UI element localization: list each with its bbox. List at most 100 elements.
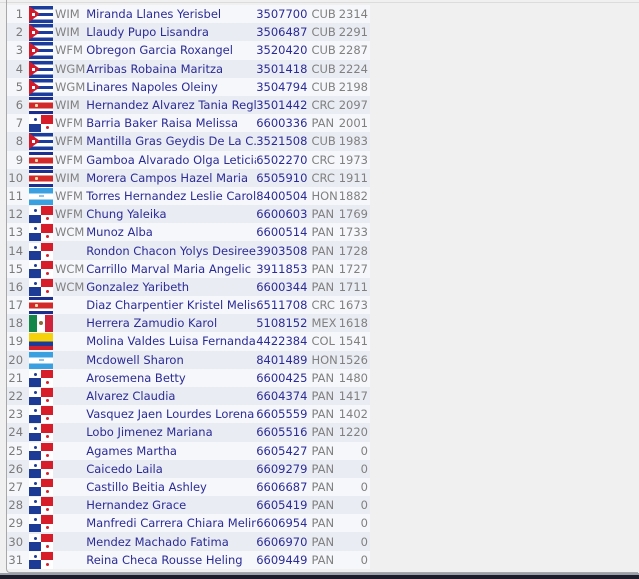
table-row[interactable]: 28 Hernandez Grace 6605419 PAN 0 (7, 496, 370, 515)
table-row[interactable]: 6 WIM Hernandez Alvarez Tania Regla 3501442… (7, 95, 370, 115)
player-title (54, 551, 86, 569)
player-name-link[interactable]: Rondon Chacon Yolys Desiree (86, 241, 256, 259)
player-fide-id-link[interactable]: 6502270 (256, 151, 311, 169)
player-fide-id-link[interactable]: 6609449 (256, 551, 311, 569)
player-name-link[interactable]: Gonzalez Yaribeth (86, 278, 256, 296)
table-row[interactable]: 16 WCM Gonzalez Yaribeth 6600344 PAN 1711 (7, 277, 370, 296)
player-name-link[interactable]: Munoz Alba (86, 223, 256, 241)
player-fide-id-link[interactable]: 6600603 (256, 205, 311, 223)
player-name-link[interactable]: Manfredi Carrera Chiara Melina (86, 514, 256, 532)
player-fide-id-link[interactable]: 3521508 (256, 132, 311, 150)
player-name-link[interactable]: Chung Yaleika (86, 205, 256, 223)
table-row[interactable]: 8 WFM Mantilla Gras Geydis De La C. 3521508… (7, 132, 370, 151)
player-fide-id-link[interactable]: 3504794 (256, 78, 311, 96)
player-name-link[interactable]: Miranda Llanes Yerisbel (86, 5, 256, 23)
table-row[interactable]: 1 WIM Miranda Llanes Yerisbel 3507700 CUB 231… (7, 5, 370, 24)
player-fide-id-link[interactable]: 6604374 (256, 387, 311, 405)
table-row[interactable]: 10 WIM Morera Campos Hazel Maria 6505910 CRC… (7, 168, 370, 187)
table-row[interactable]: 27 Castillo Beitia Ashley 6606687 PAN 0 (7, 477, 370, 497)
player-name-link[interactable]: Mantilla Gras Geydis De La C. (86, 132, 256, 150)
player-fide-id-link[interactable]: 3501442 (256, 96, 311, 114)
player-name-link[interactable]: Morera Campos Hazel Maria (86, 169, 256, 187)
player-fide-id-link[interactable]: 6609279 (256, 460, 311, 478)
player-fide-id-link[interactable]: 6600344 (256, 278, 311, 296)
player-name-link[interactable]: Vasquez Jaen Lourdes Lorena (86, 405, 256, 423)
player-fide-id-link[interactable]: 3501418 (256, 60, 311, 78)
table-row[interactable]: 25 Agames Martha 6605427 PAN 0 (7, 441, 370, 460)
table-row[interactable]: 21 Arosemena Betty 6600425 PAN 1480 (7, 368, 370, 387)
player-name-link[interactable]: Herrera Zamudio Karol (86, 314, 256, 332)
player-fide-id-link[interactable]: 6600336 (256, 114, 311, 132)
player-fide-id-link[interactable]: 6505910 (256, 169, 311, 187)
player-name-link[interactable]: Caicedo Laila (86, 460, 256, 478)
player-name-link[interactable]: Castillo Beitia Ashley (86, 478, 256, 496)
table-row[interactable]: 30 Mendez Machado Fatima 6606970 PAN 0 (7, 532, 370, 551)
player-name-link[interactable]: Hernandez Grace (86, 496, 256, 514)
table-row[interactable]: 3 WFM Obregon Garcia Roxangel 3520420 CUB 228… (7, 41, 370, 60)
player-name-link[interactable]: Alvarez Claudia (86, 387, 256, 405)
table-row[interactable]: 14 Rondon Chacon Yolys Desiree 3903508 PAN 1… (7, 241, 370, 260)
table-row[interactable]: 18 Herrera Zamudio Karol 5108152 MEX 1618 (7, 314, 370, 333)
player-name-link[interactable]: Obregon Garcia Roxangel (86, 41, 256, 59)
player-fide-id-link[interactable]: 3507700 (256, 5, 311, 23)
table-row[interactable]: 13 WCM Munoz Alba 6600514 PAN 1733 (7, 223, 370, 242)
player-name-link[interactable]: Linares Napoles Oleiny (86, 78, 256, 96)
player-fide-id-link[interactable]: 6605427 (256, 442, 311, 460)
player-fide-id-link[interactable]: 8401489 (256, 351, 311, 369)
player-fide-id-link[interactable]: 6606954 (256, 514, 311, 532)
table-row[interactable]: 9 WFM Gamboa Alvarado Olga Leticia 6502270 C… (7, 150, 370, 169)
player-name-link[interactable]: Diaz Charpentier Kristel Meliss (86, 296, 256, 314)
player-name-link[interactable]: Hernandez Alvarez Tania Regla (86, 96, 256, 114)
table-row[interactable]: 15 WCM Carrillo Marval Maria Angelic 391185… (7, 259, 370, 278)
player-fide-id-link[interactable]: 4422384 (256, 332, 311, 350)
player-federation: PAN (311, 461, 335, 476)
player-name-link[interactable]: Barria Baker Raisa Melissa (86, 114, 256, 132)
table-row[interactable]: 29 Manfredi Carrera Chiara Melina 6606954 P… (7, 514, 370, 533)
player-fide-id-link[interactable]: 6605559 (256, 405, 311, 423)
table-row[interactable]: 26 Caicedo Laila 6609279 PAN 0 (7, 459, 370, 478)
table-row[interactable]: 19 Molina Valdes Luisa Fernanda 4422384 COL… (7, 332, 370, 351)
player-name-link[interactable]: Gamboa Alvarado Olga Leticia (86, 151, 256, 169)
player-rating: 2097 (338, 98, 368, 113)
flag-part (46, 544, 50, 548)
table-row[interactable]: 23 Vasquez Jaen Lourdes Lorena 6605559 PAN 1… (7, 405, 370, 424)
player-fide-id-link[interactable]: 8400504 (256, 187, 311, 205)
table-row[interactable]: 12 WFM Chung Yaleika 6600603 PAN 1769 (7, 205, 370, 224)
player-name-link[interactable]: Arribas Robaina Maritza (86, 60, 256, 78)
player-name-link[interactable]: Mcdowell Sharon (86, 351, 256, 369)
player-fide-id-link[interactable]: 3903508 (256, 241, 311, 259)
player-fide-id-link[interactable]: 6600425 (256, 369, 311, 387)
player-fide-id-link[interactable]: 6511708 (256, 296, 311, 314)
table-row[interactable]: 31 Reina Checa Rousse Heling 6609449 PAN 0 (7, 550, 370, 569)
player-fide-id-link[interactable]: 6606970 (256, 532, 311, 550)
player-name-link[interactable]: Reina Checa Rousse Heling (86, 551, 256, 569)
table-row[interactable]: 24 Lobo Jimenez Mariana 6605516 PAN 1220 (7, 423, 370, 442)
table-row[interactable]: 17 Diaz Charpentier Kristel Meliss 6511708… (7, 296, 370, 315)
player-fide-id-link[interactable]: 3506487 (256, 23, 311, 41)
player-name-link[interactable]: Llaudy Pupo Lisandra (86, 23, 256, 41)
player-name-link[interactable]: Agames Martha (86, 442, 256, 460)
player-fide-id-link[interactable]: 5108152 (256, 314, 311, 332)
table-row[interactable]: 4 WGM Arribas Robaina Maritza 3501418 CUB 222… (7, 59, 370, 78)
player-name-link[interactable]: Mendez Machado Fatima (86, 532, 256, 550)
flag-part (46, 471, 50, 475)
player-name-link[interactable]: Lobo Jimenez Mariana (86, 423, 256, 441)
flag-part (29, 487, 42, 496)
table-row[interactable]: 20 Mcdowell Sharon 8401489 HON 1526 (7, 350, 370, 369)
table-row[interactable]: 11 WFM Torres Hernandez Leslie Carolin 8400… (7, 186, 370, 206)
player-fide-id-link[interactable]: 6600514 (256, 223, 311, 241)
player-name-link[interactable]: Molina Valdes Luisa Fernanda (86, 332, 256, 350)
player-fide-id-link[interactable]: 3520420 (256, 41, 311, 59)
player-fide-id-link[interactable]: 6605419 (256, 496, 311, 514)
player-fide-id-link[interactable]: 3911853 (256, 260, 311, 278)
table-row[interactable]: 22 Alvarez Claudia 6604374 PAN 1417 (7, 386, 370, 406)
table-row[interactable]: 7 WFM Barria Baker Raisa Melissa 6600336 PAN… (7, 114, 370, 133)
player-name-link[interactable]: Carrillo Marval Maria Angelic (86, 260, 256, 278)
player-name-link[interactable]: Torres Hernandez Leslie Carolin (86, 187, 256, 205)
player-name-link[interactable]: Arosemena Betty (86, 369, 256, 387)
player-fide-id-link[interactable]: 6606687 (256, 478, 311, 496)
table-row[interactable]: 2 WIM Llaudy Pupo Lisandra 3506487 CUB 2291 (7, 23, 370, 42)
flag-part (34, 518, 38, 522)
table-row[interactable]: 5 WGM Linares Napoles Oleiny 3504794 CUB 2198 (7, 77, 370, 96)
player-fide-id-link[interactable]: 6605516 (256, 423, 311, 441)
